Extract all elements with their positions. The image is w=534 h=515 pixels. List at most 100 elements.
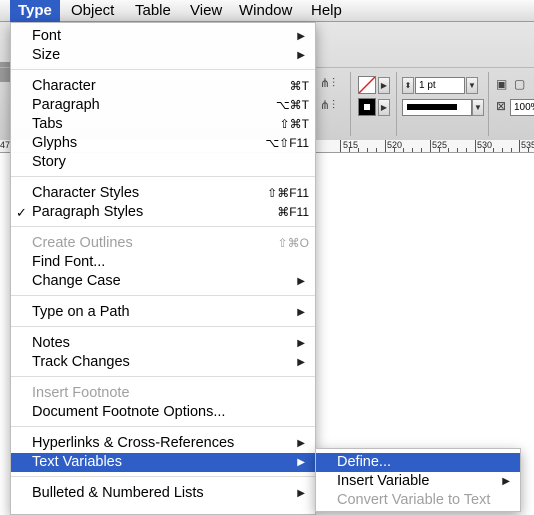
menu-item-hyperlinks-cross-references[interactable]: Hyperlinks & Cross-References ▶ — [11, 434, 315, 453]
menu-view[interactable]: View — [182, 0, 230, 22]
menu-item-label: Story — [32, 154, 66, 170]
fit-content-icon[interactable]: ▢ — [514, 77, 525, 91]
menu-item-shortcut: ⌥⌘T — [275, 98, 309, 112]
menu-separator — [11, 326, 315, 327]
menu-item-paragraph-styles[interactable]: ✓ Paragraph Styles ⌘F11 — [11, 203, 315, 222]
menu-separator — [11, 376, 315, 377]
menu-item-notes[interactable]: Notes ▶ — [11, 334, 315, 353]
menu-item-size[interactable]: Size ▶ — [11, 46, 315, 65]
ruler-tick — [376, 148, 377, 152]
menu-item-font[interactable]: Font ▶ — [11, 27, 315, 46]
menu-item-label: Insert Variable — [337, 473, 430, 489]
type-menu: Font ▶ Size ▶ Character ⌘T Paragraph ⌥⌘T… — [10, 22, 316, 515]
ruler-tick — [466, 148, 467, 152]
menu-bar: Type Object Table View Window Help — [0, 0, 534, 22]
menu-item-document-footnote-options[interactable]: Document Footnote Options... — [11, 403, 315, 422]
menu-item-story[interactable]: Story — [11, 153, 315, 172]
menu-item-label: Text Variables — [32, 454, 122, 470]
menu-item-character[interactable]: Character ⌘T — [11, 77, 315, 96]
menu-item-convert-variable-to-text: Convert Variable to Text — [316, 491, 520, 510]
menu-item-paragraph[interactable]: Paragraph ⌥⌘T — [11, 96, 315, 115]
ruler-tick — [421, 148, 422, 152]
menu-item-label: Convert Variable to Text — [337, 492, 491, 508]
stroke-type-dropdown[interactable]: ▼ — [472, 99, 484, 116]
zoom-field[interactable]: 100% — [510, 99, 534, 116]
ruler-tick — [403, 148, 404, 152]
menu-item-tabs[interactable]: Tabs ⇧⌘T — [11, 115, 315, 134]
toolbar-separator — [488, 72, 489, 136]
distribute-icon[interactable]: ⫶ — [332, 76, 335, 91]
ruler-tick — [367, 148, 368, 152]
submenu-arrow-icon: ▶ — [297, 457, 305, 468]
menu-item-label: Tabs — [32, 116, 63, 132]
menu-item-label: Glyphs — [32, 135, 78, 151]
ruler-tick — [385, 140, 386, 152]
menu-object[interactable]: Object — [63, 0, 122, 22]
menu-item-label: Find Font... — [32, 254, 106, 270]
ruler-tick — [519, 140, 520, 152]
ruler-tick — [475, 140, 476, 152]
frame-fitting-icon[interactable]: ▣ — [496, 77, 507, 91]
checkmark-icon: ✓ — [16, 205, 27, 220]
menu-item-label: Paragraph — [32, 97, 100, 113]
stroke-weight-stepper[interactable]: ⬍ — [402, 77, 414, 94]
menu-item-label: Insert Footnote — [32, 385, 130, 401]
menu-item-label: Notes — [32, 335, 70, 351]
menu-item-label: Character — [32, 78, 96, 94]
menu-item-label: Create Outlines — [32, 235, 133, 251]
submenu-arrow-icon: ▶ — [297, 438, 305, 449]
menu-item-shortcut: ⌥⇧F11 — [265, 136, 309, 150]
menu-item-find-font[interactable]: Find Font... — [11, 253, 315, 272]
menu-item-change-case[interactable]: Change Case ▶ — [11, 272, 315, 291]
menu-separator — [11, 69, 315, 70]
menu-item-type-on-a-path[interactable]: Type on a Path ▶ — [11, 303, 315, 322]
menu-item-shortcut: ⌘T — [289, 79, 309, 93]
menu-item-create-outlines: Create Outlines ⇧⌘O — [11, 234, 315, 253]
submenu-arrow-icon: ▶ — [297, 31, 305, 42]
menu-item-shortcut: ⇧⌘O — [277, 236, 309, 250]
distribute-bottom-icon[interactable]: ⫶ — [332, 98, 335, 113]
ruler-tick — [511, 148, 512, 152]
menu-item-label: Define... — [337, 454, 391, 470]
menu-item-glyphs[interactable]: Glyphs ⌥⇧F11 — [11, 134, 315, 153]
menu-separator — [11, 295, 315, 296]
menu-item-label: Font — [32, 28, 62, 44]
menu-item-insert-variable[interactable]: Insert Variable ▶ — [316, 472, 520, 491]
opacity-icon[interactable]: ⊠ — [496, 99, 506, 113]
ruler-tick — [448, 148, 449, 152]
submenu-arrow-icon: ▶ — [297, 338, 305, 349]
align-icon[interactable]: ⋔ — [320, 76, 330, 90]
fill-swatch-dropdown[interactable]: ▶ — [378, 77, 390, 94]
stroke-type-field[interactable] — [402, 99, 472, 116]
menu-item-shortcut: ⌘F11 — [277, 205, 309, 219]
menu-item-label: Type on a Path — [32, 304, 130, 320]
ruler-tick — [340, 140, 341, 152]
submenu-arrow-icon: ▶ — [297, 50, 305, 61]
menu-type[interactable]: Type — [10, 0, 60, 22]
menu-item-track-changes[interactable]: Track Changes ▶ — [11, 353, 315, 372]
menu-table[interactable]: Table — [127, 0, 179, 22]
ruler-tick — [439, 148, 440, 152]
menu-help[interactable]: Help — [303, 0, 350, 22]
menu-item-bulleted-numbered-lists[interactable]: Bulleted & Numbered Lists ▶ — [11, 484, 315, 503]
stroke-weight-dropdown[interactable]: ▼ — [466, 77, 478, 94]
submenu-arrow-icon: ▶ — [502, 476, 510, 487]
submenu-arrow-icon: ▶ — [297, 488, 305, 499]
menu-item-text-variables[interactable]: Text Variables ▶ — [11, 453, 315, 472]
fill-swatch[interactable] — [358, 76, 376, 94]
menu-separator — [11, 476, 315, 477]
text-variables-submenu: Define... Insert Variable ▶ Convert Vari… — [315, 448, 521, 512]
ruler-tick — [349, 148, 350, 152]
menu-item-label: Track Changes — [32, 354, 130, 370]
stroke-swatch[interactable] — [358, 98, 376, 116]
menu-item-define[interactable]: Define... — [316, 453, 520, 472]
ruler-tick — [430, 140, 431, 152]
align-bottom-icon[interactable]: ⋔ — [320, 98, 330, 112]
menu-item-label: Character Styles — [32, 185, 140, 201]
toolbar-separator — [350, 72, 351, 136]
menu-item-character-styles[interactable]: Character Styles ⇧⌘F11 — [11, 184, 315, 203]
stroke-swatch-dropdown[interactable]: ▶ — [378, 99, 390, 116]
menu-window[interactable]: Window — [231, 0, 300, 22]
stroke-weight-field[interactable]: 1 pt — [415, 77, 465, 94]
menu-item-insert-footnote: Insert Footnote — [11, 384, 315, 403]
